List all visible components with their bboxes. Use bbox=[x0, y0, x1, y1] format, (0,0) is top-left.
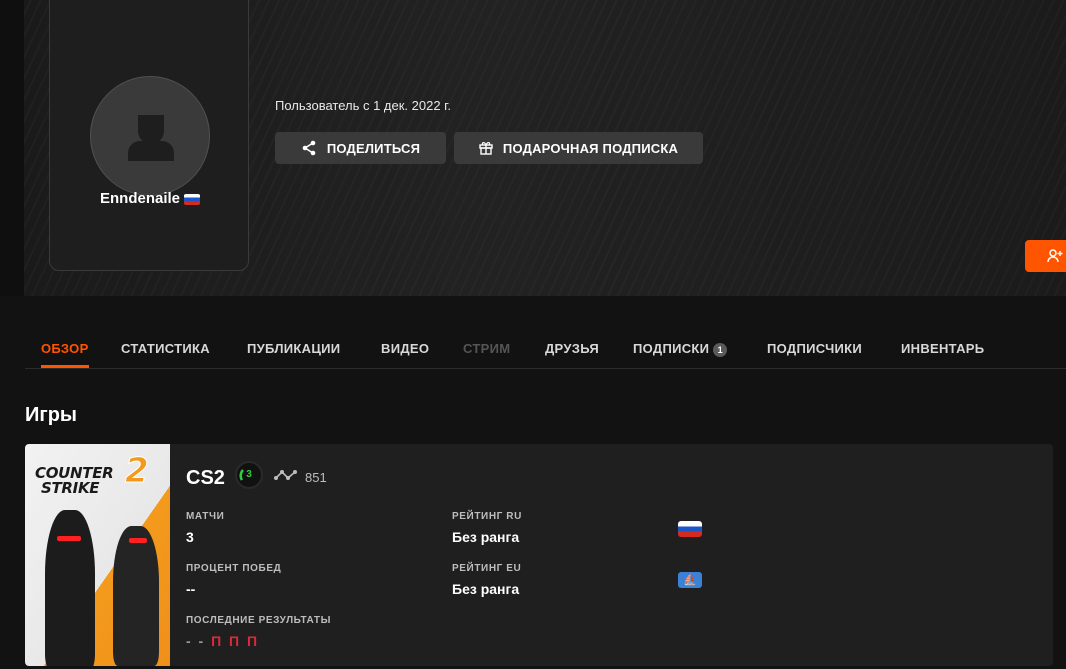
cover-soldier-right bbox=[113, 526, 159, 666]
add-friend-button[interactable] bbox=[1025, 240, 1066, 272]
ru-flag-icon bbox=[184, 193, 201, 205]
games-section-title: Игры bbox=[25, 404, 78, 426]
member-since: Пользователь с 1 дек. 2022 г. bbox=[275, 98, 451, 113]
profile-header: Enndenaile Пользователь с 1 дек. 2022 г.… bbox=[0, 0, 1066, 296]
tab-publications[interactable]: ПУБЛИКАЦИИ bbox=[247, 341, 340, 356]
winrate-value: -- bbox=[186, 581, 196, 597]
user-placeholder-icon bbox=[128, 115, 174, 161]
banner-shade bbox=[0, 0, 24, 296]
subscriptions-count-badge: 1 bbox=[713, 342, 728, 357]
elo-value: 851 bbox=[305, 470, 327, 485]
share-button[interactable]: ПОДЕЛИТЬСЯ bbox=[275, 132, 446, 164]
active-tab-indicator bbox=[41, 365, 89, 368]
profile-card: Enndenaile bbox=[49, 0, 249, 271]
tab-stream: СТРИМ bbox=[463, 341, 511, 356]
add-friend-icon bbox=[1047, 249, 1063, 263]
avatar[interactable] bbox=[90, 76, 210, 196]
game-name: CS2 bbox=[186, 467, 225, 489]
tab-video[interactable]: ВИДЕО bbox=[381, 341, 429, 356]
tab-subscriptions[interactable]: ПОДПИСКИ 1 bbox=[633, 341, 728, 357]
tab-inventory[interactable]: ИНВЕНТАРЬ bbox=[901, 341, 984, 356]
tab-subscribers[interactable]: ПОДПИСЧИКИ bbox=[767, 341, 862, 356]
skill-level-icon: 3 bbox=[235, 461, 263, 489]
tab-statistics[interactable]: СТАТИСТИКА bbox=[121, 341, 210, 356]
game-cover-logo: COUNTER STRIKE 2 bbox=[35, 451, 149, 497]
winrate-label: ПРОЦЕНТ ПОБЕД bbox=[186, 563, 282, 574]
share-icon bbox=[302, 140, 316, 156]
ru-region-flag-icon bbox=[678, 521, 702, 537]
game-card-cs2[interactable]: COUNTER STRIKE 2 CS2 3 851 МАТЧИ 3 ПРОЦЕ… bbox=[25, 444, 1053, 666]
gift-icon bbox=[479, 142, 493, 155]
username-row: Enndenaile bbox=[50, 190, 250, 207]
game-cover-image: COUNTER STRIKE 2 bbox=[25, 444, 170, 666]
recent-results: - - П П П bbox=[186, 633, 260, 649]
tab-overview[interactable]: ОБЗОР bbox=[41, 341, 89, 356]
rating-eu-label: РЕЙТИНГ EU bbox=[452, 563, 522, 574]
eu-region-icon: ⛵ bbox=[678, 572, 702, 588]
gift-subscription-button[interactable]: ПОДАРОЧНАЯ ПОДПИСКА bbox=[454, 132, 703, 164]
recent-results-label: ПОСЛЕДНИЕ РЕЗУЛЬТАТЫ bbox=[186, 615, 331, 626]
elo-icon bbox=[274, 470, 297, 480]
rating-ru-label: РЕЙТИНГ RU bbox=[452, 511, 522, 522]
tab-friends[interactable]: ДРУЗЬЯ bbox=[545, 341, 599, 356]
matches-value: 3 bbox=[186, 529, 194, 545]
cover-soldier-left bbox=[45, 510, 95, 666]
share-button-label: ПОДЕЛИТЬСЯ bbox=[326, 140, 421, 156]
skill-level-value: 3 bbox=[246, 469, 252, 480]
rating-eu-value: Без ранга bbox=[452, 581, 520, 597]
gift-button-label: ПОДАРОЧНАЯ ПОДПИСКА bbox=[502, 140, 679, 156]
profile-tabs: ОБЗОР СТАТИСТИКА ПУБЛИКАЦИИ ВИДЕО СТРИМ … bbox=[25, 330, 1066, 369]
rating-ru-value: Без ранга bbox=[452, 529, 520, 545]
username[interactable]: Enndenaile bbox=[100, 190, 180, 207]
matches-label: МАТЧИ bbox=[186, 511, 225, 522]
